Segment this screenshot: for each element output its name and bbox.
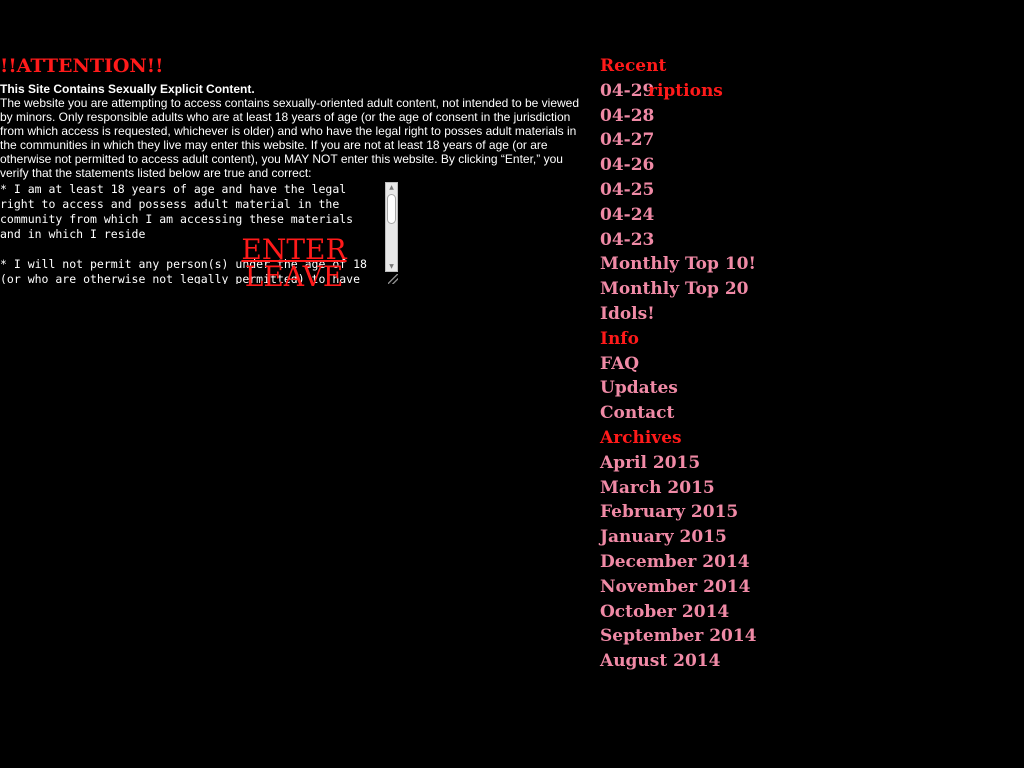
scroll-down-arrow-icon[interactable]: ▼ xyxy=(386,262,397,271)
sidebar-item-monthly-top-10[interactable]: Monthly Top 10! xyxy=(600,252,760,277)
sidebar-item-04-29[interactable]: 04-29 riptions xyxy=(600,79,760,104)
archive-item-february-2015[interactable]: February 2015 xyxy=(600,500,760,525)
archives-heading: Archives xyxy=(600,427,682,448)
sidebar-item-updates[interactable]: Updates xyxy=(600,376,760,401)
sidebar-item-04-23[interactable]: 04-23 xyxy=(600,228,760,253)
archive-item-january-2015[interactable]: January 2015 xyxy=(600,525,760,550)
sidebar-item-04-27[interactable]: 04-27 xyxy=(600,128,760,153)
resize-grip-icon[interactable] xyxy=(388,274,398,284)
sidebar-item-monthly-top-20-idols[interactable]: Monthly Top 20 Idols! xyxy=(600,277,760,327)
attention-heading: !!ATTENTION!! xyxy=(0,55,164,77)
archive-item-december-2014[interactable]: December 2014 xyxy=(600,550,760,575)
sidebar-item-label: 04-29 xyxy=(600,80,655,101)
archive-item-august-2014[interactable]: August 2014 xyxy=(600,649,760,674)
archive-item-september-2014[interactable]: September 2014 xyxy=(600,624,760,649)
sidebar-item-04-26[interactable]: 04-26 xyxy=(600,153,760,178)
sidebar-item-04-25[interactable]: 04-25 xyxy=(600,178,760,203)
sidebar-item-contact[interactable]: Contact xyxy=(600,401,760,426)
overlapping-heading-fragment: riptions xyxy=(648,80,723,101)
scroll-up-arrow-icon[interactable]: ▲ xyxy=(386,183,397,192)
notice-body: The website you are attempting to access… xyxy=(0,96,580,180)
archive-item-october-2014[interactable]: October 2014 xyxy=(600,600,760,625)
archive-item-march-2015[interactable]: March 2015 xyxy=(600,476,760,501)
archive-item-april-2015[interactable]: April 2015 xyxy=(600,451,760,476)
recent-heading: Recent xyxy=(600,56,667,76)
terms-scrollbar[interactable]: ▲ ▼ xyxy=(385,182,398,272)
entry-actions: ENTER LEAVE xyxy=(238,236,350,291)
sidebar: Recent 04-29 riptions 04-28 04-27 04-26 … xyxy=(600,54,760,674)
archive-item-november-2014[interactable]: November 2014 xyxy=(600,575,760,600)
notice-title: This Site Contains Sexually Explicit Con… xyxy=(0,82,255,96)
sidebar-item-faq[interactable]: FAQ xyxy=(600,352,760,377)
info-heading: Info xyxy=(600,328,639,349)
sidebar-item-04-24[interactable]: 04-24 xyxy=(600,203,760,228)
sidebar-item-04-28[interactable]: 04-28 xyxy=(600,104,760,129)
enter-link[interactable]: ENTER xyxy=(238,236,350,264)
leave-link[interactable]: LEAVE xyxy=(238,263,350,291)
scrollbar-thumb[interactable] xyxy=(387,194,396,224)
